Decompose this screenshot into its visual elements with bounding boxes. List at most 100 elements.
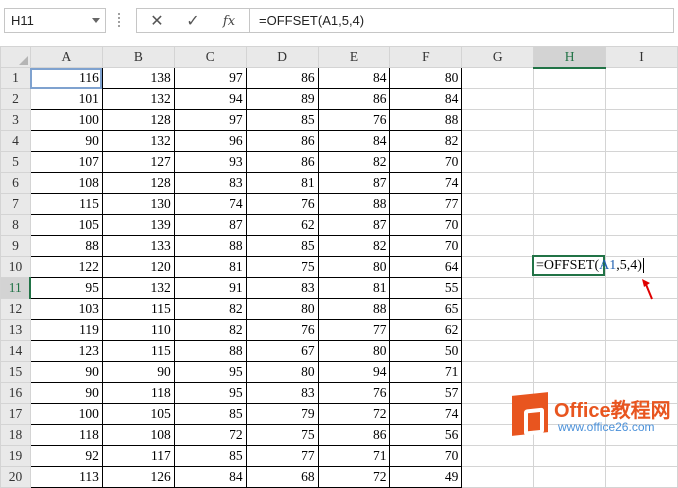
cell-e4[interactable]: 84 [317, 130, 391, 152]
cell-d12[interactable]: 80 [245, 298, 319, 320]
cell-h15[interactable] [533, 361, 607, 383]
cell-c6[interactable]: 83 [173, 172, 247, 194]
cell-g10[interactable] [461, 256, 535, 278]
drag-handle-icon[interactable] [118, 13, 121, 29]
cell-g9[interactable] [461, 235, 535, 257]
cell-g4[interactable] [461, 130, 535, 152]
cell-g1[interactable] [461, 67, 535, 89]
column-header-a[interactable]: A [29, 46, 103, 68]
cell-b13[interactable]: 110 [101, 319, 175, 341]
cell-a1[interactable]: 116 [29, 67, 103, 89]
cell-d5[interactable]: 86 [245, 151, 319, 173]
cell-d9[interactable]: 85 [245, 235, 319, 257]
row-header[interactable]: 11 [0, 277, 32, 299]
cell-c11[interactable]: 91 [173, 277, 247, 299]
cell-f14[interactable]: 50 [389, 340, 463, 362]
cell-a4[interactable]: 90 [29, 130, 103, 152]
cell-b4[interactable]: 132 [101, 130, 175, 152]
cell-b7[interactable]: 130 [101, 193, 175, 215]
row-header[interactable]: 7 [0, 193, 31, 215]
cell-g7[interactable] [461, 193, 535, 215]
row-header[interactable]: 14 [0, 340, 31, 362]
cell-e9[interactable]: 82 [317, 235, 391, 257]
row-header[interactable]: 15 [0, 361, 31, 383]
cell-a3[interactable]: 100 [29, 109, 103, 131]
cell-f12[interactable]: 65 [389, 298, 463, 320]
cell-c3[interactable]: 97 [173, 109, 247, 131]
cell-c17[interactable]: 85 [173, 403, 247, 425]
cell-h1[interactable] [533, 67, 607, 89]
cell-a8[interactable]: 105 [29, 214, 103, 236]
row-header[interactable]: 5 [0, 151, 31, 173]
cell-c15[interactable]: 95 [173, 361, 247, 383]
cell-d6[interactable]: 81 [245, 172, 319, 194]
cell-f10[interactable]: 64 [389, 256, 463, 278]
cell-h9[interactable] [533, 235, 607, 257]
cell-f9[interactable]: 70 [389, 235, 463, 257]
cell-h19[interactable] [533, 445, 607, 467]
column-header-c[interactable]: C [173, 46, 247, 68]
row-header[interactable]: 18 [0, 424, 31, 446]
row-header[interactable]: 10 [0, 256, 31, 278]
cell-d1[interactable]: 86 [245, 67, 319, 89]
cell-g3[interactable] [461, 109, 535, 131]
cell-b14[interactable]: 115 [101, 340, 175, 362]
cell-h20[interactable] [533, 466, 607, 488]
cell-c16[interactable]: 95 [173, 382, 247, 404]
row-header[interactable]: 8 [0, 214, 31, 236]
cell-i20[interactable] [605, 466, 678, 488]
cell-a2[interactable]: 101 [29, 88, 103, 110]
cell-f1[interactable]: 80 [389, 67, 463, 89]
cell-b20[interactable]: 126 [101, 466, 175, 488]
row-header[interactable]: 4 [0, 130, 31, 152]
column-header-h[interactable]: H [533, 46, 607, 69]
cell-g20[interactable] [461, 466, 535, 488]
row-header[interactable]: 20 [0, 466, 31, 488]
cell-e11[interactable]: 81 [317, 277, 391, 299]
cell-h7[interactable] [533, 193, 607, 215]
cell-c20[interactable]: 84 [173, 466, 247, 488]
cell-e2[interactable]: 86 [317, 88, 391, 110]
cell-b11[interactable]: 132 [101, 277, 175, 299]
cell-i6[interactable] [605, 172, 678, 194]
cell-d18[interactable]: 75 [245, 424, 319, 446]
cell-f13[interactable]: 62 [389, 319, 463, 341]
cell-f11[interactable]: 55 [389, 277, 463, 299]
cell-d17[interactable]: 79 [245, 403, 319, 425]
cell-b19[interactable]: 117 [101, 445, 175, 467]
select-all-corner[interactable] [0, 46, 31, 68]
cell-f4[interactable]: 82 [389, 130, 463, 152]
cell-a18[interactable]: 118 [29, 424, 103, 446]
cell-e17[interactable]: 72 [317, 403, 391, 425]
cell-b15[interactable]: 90 [101, 361, 175, 383]
cell-g5[interactable] [461, 151, 535, 173]
cell-b18[interactable]: 108 [101, 424, 175, 446]
cell-b16[interactable]: 118 [101, 382, 175, 404]
cell-d8[interactable]: 62 [245, 214, 319, 236]
cell-b6[interactable]: 128 [101, 172, 175, 194]
cell-b8[interactable]: 139 [101, 214, 175, 236]
cell-f7[interactable]: 77 [389, 193, 463, 215]
cell-e18[interactable]: 86 [317, 424, 391, 446]
cell-h11[interactable] [533, 277, 607, 299]
cell-e1[interactable]: 84 [317, 67, 391, 89]
cell-g15[interactable] [461, 361, 535, 383]
cell-a7[interactable]: 115 [29, 193, 103, 215]
cell-d14[interactable]: 67 [245, 340, 319, 362]
cell-f15[interactable]: 71 [389, 361, 463, 383]
column-header-e[interactable]: E [317, 46, 391, 68]
cell-f18[interactable]: 56 [389, 424, 463, 446]
cell-h12[interactable] [533, 298, 607, 320]
column-header-b[interactable]: B [101, 46, 175, 68]
cell-b1[interactable]: 138 [101, 67, 175, 89]
cell-h2[interactable] [533, 88, 607, 110]
cell-i5[interactable] [605, 151, 678, 173]
cell-a11[interactable]: 95 [29, 277, 103, 299]
cell-e10[interactable]: 80 [317, 256, 391, 278]
cell-d20[interactable]: 68 [245, 466, 319, 488]
cell-i3[interactable] [605, 109, 678, 131]
cell-b3[interactable]: 128 [101, 109, 175, 131]
cell-a16[interactable]: 90 [29, 382, 103, 404]
cell-g11[interactable] [461, 277, 535, 299]
cell-f19[interactable]: 70 [389, 445, 463, 467]
